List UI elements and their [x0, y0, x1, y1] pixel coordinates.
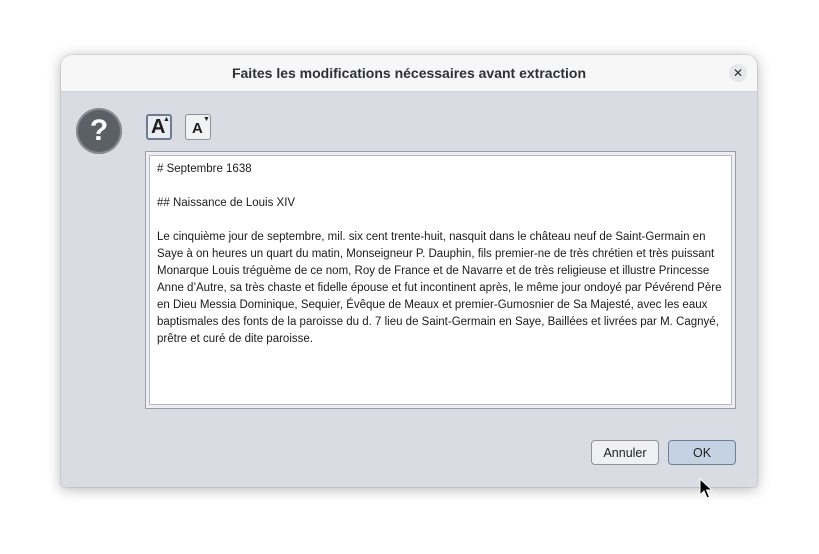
decrease-font-button[interactable]: A ▼ [185, 114, 211, 140]
title-bar[interactable]: Faites les modifications nécessaires ava… [61, 55, 757, 92]
dialog-title: Faites les modifications nécessaires ava… [231, 65, 587, 81]
dialog-window: Faites les modifications nécessaires ava… [61, 55, 757, 487]
text-line-subheading: ## Naissance de Louis XIV [157, 197, 296, 209]
ok-button[interactable]: OK [668, 440, 736, 465]
arrow-down-icon: ▼ [203, 116, 210, 123]
close-button[interactable]: ✕ [729, 64, 747, 82]
text-scroll-pane: # Septembre 1638 ## Naissance de Louis X… [145, 151, 736, 409]
arrow-up-icon: ▲ [163, 116, 170, 123]
text-line-heading: # Septembre 1638 [157, 163, 252, 175]
cancel-button[interactable]: Annuler [591, 440, 659, 465]
question-glyph: ? [89, 114, 109, 147]
extraction-text-area[interactable]: # Septembre 1638 ## Naissance de Louis X… [149, 155, 732, 405]
close-icon: ✕ [732, 66, 744, 80]
font-decrease-icon: A [192, 120, 203, 137]
question-mark-icon: ? [76, 108, 122, 154]
mouse-pointer-icon [699, 478, 713, 499]
increase-font-button[interactable]: A ▲ [146, 114, 172, 140]
text-paragraph: Le cinquième jour de septembre, mil. six… [157, 231, 722, 345]
